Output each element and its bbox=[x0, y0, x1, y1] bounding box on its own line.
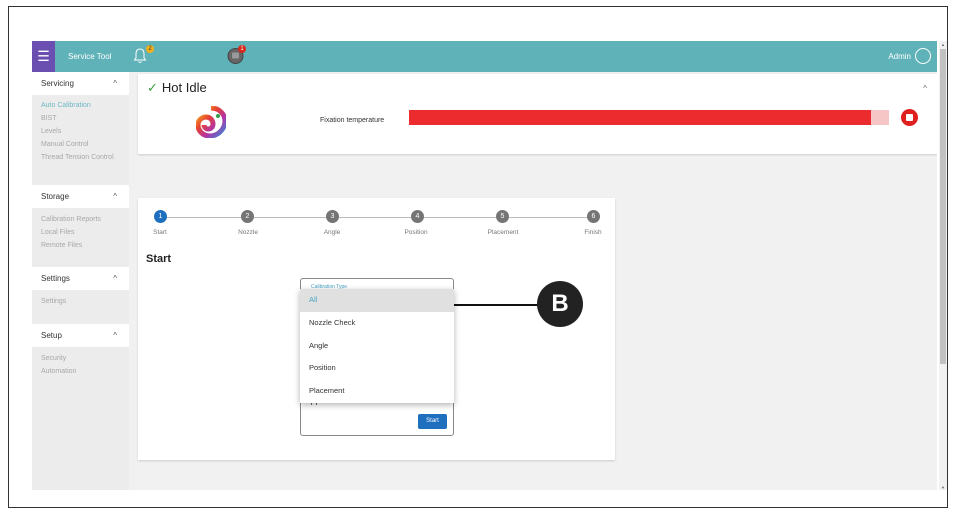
step-1-indicator: 1 bbox=[154, 210, 167, 223]
step-connector bbox=[424, 217, 496, 218]
step-6-indicator: 6 bbox=[587, 210, 600, 223]
chevron-up-icon[interactable]: ^ bbox=[113, 267, 117, 290]
machine-status: ✓ Hot Idle bbox=[147, 80, 207, 95]
callout-marker: B bbox=[537, 281, 583, 327]
temperature-progress-fill bbox=[409, 110, 871, 125]
sidebar-section-header[interactable]: Settings ^ bbox=[32, 267, 129, 290]
scroll-up-arrow-icon[interactable]: ▲ bbox=[941, 42, 945, 47]
dropdown-option-nozzle-check[interactable]: Nozzle Check bbox=[300, 312, 454, 335]
step-connector bbox=[509, 217, 587, 218]
check-icon: ✓ bbox=[147, 80, 158, 95]
step-connector bbox=[339, 217, 411, 218]
step-1-label: Start bbox=[153, 229, 167, 236]
sidebar-item-calibration-reports[interactable]: Calibration Reports bbox=[32, 213, 129, 226]
status-card: ✓ Hot Idle ^ Fixation temperature bbox=[138, 74, 937, 154]
dropdown-option-angle[interactable]: Angle bbox=[300, 335, 454, 358]
sidebar-item-levels[interactable]: Levels bbox=[32, 125, 129, 138]
screenshot-frame: ☰ Service Tool 2 1 Admin Servicing ^ Auto… bbox=[8, 6, 948, 508]
step-3-indicator: 3 bbox=[326, 210, 339, 223]
sidebar-item-automation[interactable]: Automation bbox=[32, 365, 129, 378]
sidebar-section-header[interactable]: Storage ^ bbox=[32, 185, 129, 208]
dropdown-option-all[interactable]: All bbox=[300, 289, 454, 312]
step-6-label: Finish bbox=[584, 229, 602, 236]
sidebar-item-security[interactable]: Security bbox=[32, 352, 129, 365]
notification-badge: 2 bbox=[146, 45, 154, 53]
collapse-chevron-icon[interactable]: ^ bbox=[923, 84, 927, 93]
sidebar-section-settings: Settings ^ Settings bbox=[32, 267, 129, 308]
step-4-label: Position bbox=[404, 229, 428, 236]
sidebar-item-manual-control[interactable]: Manual Control bbox=[32, 138, 129, 151]
app-title: Service Tool bbox=[68, 52, 112, 61]
app-window: ☰ Service Tool 2 1 Admin Servicing ^ Auto… bbox=[32, 41, 937, 490]
hamburger-menu-button[interactable]: ☰ bbox=[32, 41, 55, 72]
chevron-up-icon[interactable]: ^ bbox=[113, 324, 117, 347]
alert-badge: 1 bbox=[238, 45, 246, 53]
step-2-indicator: 2 bbox=[241, 210, 254, 223]
sidebar-item-local-files[interactable]: Local Files bbox=[32, 226, 129, 239]
fixation-temperature-label: Fixation temperature bbox=[320, 117, 385, 124]
wizard-step-title: Start bbox=[146, 253, 172, 265]
vertical-scrollbar[interactable]: ▲ ▼ bbox=[939, 41, 947, 490]
step-5-indicator: 5 bbox=[496, 210, 509, 223]
sidebar-item-bist[interactable]: BIST bbox=[32, 112, 129, 125]
step-3-label: Angle bbox=[323, 229, 341, 236]
dropdown-option-position[interactable]: Position bbox=[300, 357, 454, 380]
sidebar-item-auto-calibration[interactable]: Auto Calibration bbox=[32, 99, 129, 112]
sidebar-section-servicing: Servicing ^ Auto Calibration BIST Levels … bbox=[32, 72, 129, 164]
sidebar-item-remote-files[interactable]: Remote Files bbox=[32, 239, 129, 252]
dropdown-option-placement[interactable]: Placement bbox=[300, 380, 454, 403]
step-2-label: Nozzle bbox=[238, 229, 258, 236]
user-name[interactable]: Admin bbox=[888, 41, 911, 72]
temperature-progress-bar bbox=[409, 110, 889, 125]
sidebar-item-thread-tension-control[interactable]: Thread Tension Control bbox=[32, 151, 129, 164]
scroll-down-arrow-icon[interactable]: ▼ bbox=[941, 485, 945, 490]
step-connector bbox=[254, 217, 326, 218]
chevron-up-icon[interactable]: ^ bbox=[113, 72, 117, 95]
sidebar-section-header[interactable]: Setup ^ bbox=[32, 324, 129, 347]
sidebar: Servicing ^ Auto Calibration BIST Levels … bbox=[32, 72, 129, 490]
sidebar-section-storage: Storage ^ Calibration Reports Local Files… bbox=[32, 185, 129, 252]
top-bar: ☰ Service Tool 2 1 Admin bbox=[32, 41, 937, 72]
step-4-indicator: 4 bbox=[411, 210, 424, 223]
sidebar-section-setup: Setup ^ Security Automation bbox=[32, 324, 129, 378]
stop-button[interactable] bbox=[901, 109, 918, 126]
sidebar-section-header[interactable]: Servicing ^ bbox=[32, 72, 129, 95]
step-connector bbox=[163, 217, 241, 218]
start-button[interactable]: Start bbox=[418, 414, 447, 429]
sidebar-item-settings[interactable]: Settings bbox=[32, 295, 129, 308]
user-avatar-icon[interactable] bbox=[915, 48, 931, 64]
bell-icon[interactable] bbox=[133, 48, 147, 64]
scrollbar-thumb[interactable] bbox=[940, 49, 946, 364]
callout-leader-line bbox=[454, 304, 538, 306]
chameleon-logo-icon bbox=[196, 106, 226, 138]
chevron-up-icon[interactable]: ^ bbox=[113, 185, 117, 208]
calibration-type-dropdown: All Nozzle Check Angle Position Placemen… bbox=[300, 289, 454, 403]
step-5-label: Placement bbox=[487, 229, 519, 236]
